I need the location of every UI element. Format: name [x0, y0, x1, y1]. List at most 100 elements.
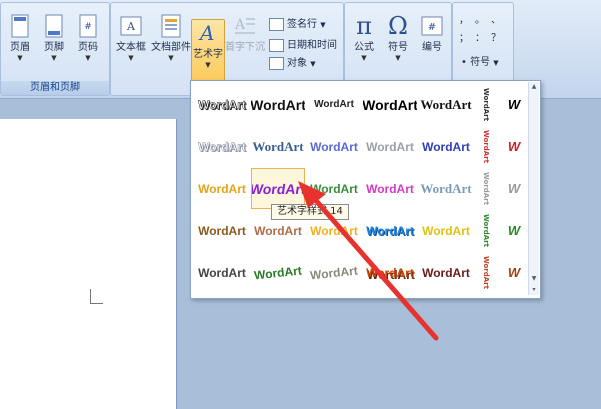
- numbering-icon: #: [420, 13, 444, 39]
- wordart-style-19[interactable]: WordArt: [363, 210, 417, 251]
- wordart-style-4[interactable]: WordArt: [363, 84, 417, 125]
- quick-parts-button[interactable]: 文档部件 ▼: [151, 9, 191, 77]
- symbol-button[interactable]: Ω 符号 ▼: [381, 9, 415, 77]
- header-footer-group: 页眉 ▼ 页脚 ▼ # 页码 ▼ 页眉和页脚: [0, 2, 110, 96]
- wordart-vertical-style-2[interactable]: WordArt: [475, 126, 497, 167]
- wordart-sample-text: WordArt: [363, 96, 417, 113]
- header-footer-group-label: 页眉和页脚: [1, 81, 109, 95]
- punct-grid: ， 。 、 ； ： ？: [459, 11, 509, 51]
- wordart-sample-text: WordArt: [422, 265, 470, 280]
- page-number-button[interactable]: # 页码 ▼: [71, 9, 105, 77]
- punct-period[interactable]: 。: [475, 11, 485, 26]
- chevron-down-icon: ▼: [128, 54, 134, 62]
- header-label: 页眉: [10, 42, 30, 53]
- scroll-up-icon[interactable]: ▲: [530, 83, 538, 91]
- chevron-down-icon: ▼: [17, 54, 23, 62]
- gallery-scrollbar[interactable]: ▲ ▼ ▾: [528, 82, 539, 295]
- wordart-sample-text: WordArt: [314, 99, 354, 110]
- wordart-sample-text: WordArt: [198, 223, 246, 238]
- date-time-label: 日期和时间: [287, 40, 337, 51]
- wordart-style-14[interactable]: WordArt: [363, 168, 417, 209]
- wordart-style-6[interactable]: WordArt: [195, 126, 249, 167]
- punct-enumeration[interactable]: 、: [491, 11, 501, 26]
- svg-text:#: #: [428, 22, 436, 33]
- wordart-vertical-style-5[interactable]: WordArt: [475, 252, 497, 293]
- wordart-sample-text: WordArt: [309, 263, 359, 282]
- wordart-style-22[interactable]: WordArt: [251, 252, 305, 293]
- header-button[interactable]: 页眉 ▼: [3, 9, 37, 77]
- wordart-sample-text: WordArt: [366, 139, 414, 154]
- date-time-button[interactable]: 日期和时间: [269, 38, 337, 53]
- wordart-style-24[interactable]: WordArt: [363, 252, 417, 293]
- wordart-vertical-style-4[interactable]: WordArt: [475, 210, 497, 251]
- wordart-style-13[interactable]: WordArt: [307, 168, 361, 209]
- gallery-expand-icon[interactable]: ▾: [530, 286, 538, 294]
- wordart-style-12[interactable]: WordArt: [251, 168, 305, 209]
- textbox-icon: A: [119, 13, 143, 39]
- equation-button[interactable]: π 公式 ▼: [347, 9, 381, 77]
- chevron-down-icon: ▼: [493, 59, 499, 67]
- wordart-style-2[interactable]: WordArt: [251, 84, 305, 125]
- margin-corner-mark: [90, 289, 103, 304]
- punct-colon[interactable]: ：: [475, 29, 485, 44]
- numbering-button[interactable]: # 编号: [415, 9, 449, 77]
- wordart-button[interactable]: A 艺术字 ▼: [191, 19, 225, 85]
- wordart-w-style-2[interactable]: W: [499, 126, 529, 167]
- wordart-w-style-3[interactable]: W: [499, 168, 529, 209]
- punct-comma[interactable]: ，: [459, 11, 469, 26]
- wordart-style-23[interactable]: WordArt: [307, 252, 361, 293]
- object-button[interactable]: 对象 ▼: [269, 56, 316, 71]
- wordart-w-style-1[interactable]: W: [499, 84, 529, 125]
- document-page[interactable]: [0, 119, 177, 409]
- header-icon: [8, 13, 32, 39]
- drop-cap-label: 首字下沉: [225, 42, 265, 53]
- signature-line-label: 签名行: [287, 19, 317, 30]
- chevron-down-icon: ▼: [320, 21, 326, 29]
- wordart-style-15[interactable]: WordArt: [419, 168, 473, 209]
- wordart-sample-text: WordArt: [366, 223, 414, 238]
- wordart-sample-text: WordArt: [366, 181, 414, 196]
- wordart-style-9[interactable]: WordArt: [363, 126, 417, 167]
- wordart-style-21[interactable]: WordArt: [195, 252, 249, 293]
- chevron-down-icon: ▼: [205, 61, 211, 69]
- wordart-style-5[interactable]: WordArt: [419, 84, 473, 125]
- textbox-button[interactable]: A 文本框 ▼: [113, 9, 149, 77]
- wordart-style-25[interactable]: WordArt: [419, 252, 473, 293]
- symbol-label: 符号: [388, 42, 408, 53]
- wordart-icon: A: [196, 20, 220, 46]
- wordart-sample-text: WordArt: [366, 265, 414, 280]
- wordart-style-1[interactable]: WordArt: [195, 84, 249, 125]
- scroll-down-icon[interactable]: ▼: [530, 275, 538, 283]
- wordart-sample-text: WordArt: [310, 223, 358, 238]
- chevron-down-icon: ▼: [361, 54, 367, 62]
- special-symbol-label: 符号: [470, 57, 491, 68]
- wordart-sample-text: WordArt: [251, 96, 305, 113]
- svg-text:A: A: [126, 20, 136, 33]
- footer-button[interactable]: 页脚 ▼: [37, 9, 71, 77]
- wordart-style-10[interactable]: WordArt: [419, 126, 473, 167]
- wordart-style-20[interactable]: WordArt: [419, 210, 473, 251]
- object-label: 对象: [287, 58, 307, 69]
- wordart-sample-text: WordArt: [420, 96, 472, 112]
- equation-label: 公式: [354, 42, 374, 53]
- punct-question[interactable]: ？: [491, 29, 501, 44]
- wordart-vertical-style-3[interactable]: WordArt: [475, 168, 497, 209]
- wordart-vertical-style-1[interactable]: WordArt: [475, 84, 497, 125]
- wordart-style-8[interactable]: WordArt: [307, 126, 361, 167]
- wordart-sample-text: WordArt: [198, 97, 246, 112]
- wordart-w-style-5[interactable]: W: [499, 252, 529, 293]
- punct-semicolon[interactable]: ；: [459, 29, 469, 44]
- style-tooltip: 艺术字样式 14: [271, 204, 349, 220]
- textbox-label: 文本框: [116, 42, 146, 53]
- drop-cap-button[interactable]: A 首字下沉: [225, 9, 265, 77]
- wordart-style-16[interactable]: WordArt: [195, 210, 249, 251]
- wordart-style-11[interactable]: WordArt: [195, 168, 249, 209]
- chevron-down-icon: ▼: [168, 54, 174, 62]
- signature-line-button[interactable]: 签名行 ▼: [269, 17, 326, 32]
- special-symbol-button[interactable]: • 符号 ▼: [461, 55, 499, 70]
- quick-parts-label: 文档部件: [151, 42, 191, 53]
- wordart-w-style-4[interactable]: W: [499, 210, 529, 251]
- wordart-style-3[interactable]: WordArt: [307, 84, 361, 125]
- wordart-style-7[interactable]: WordArt: [251, 126, 305, 167]
- wordart-label: 艺术字: [193, 49, 223, 60]
